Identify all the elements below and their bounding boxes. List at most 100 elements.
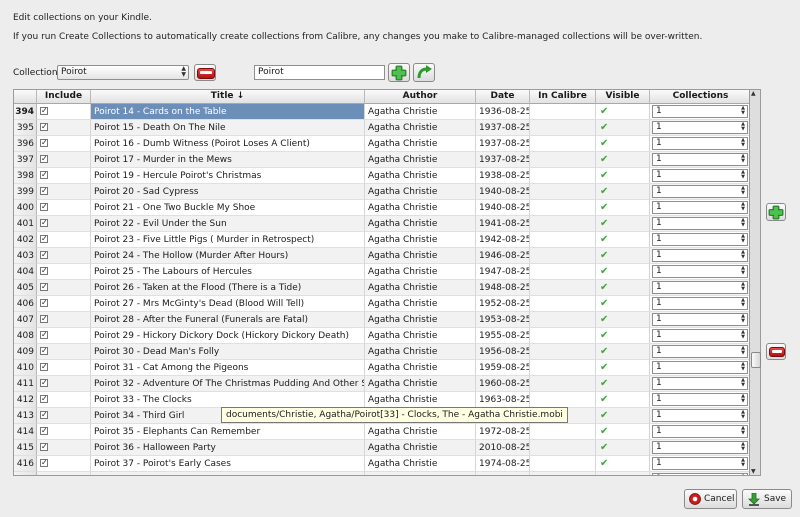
collections-cell[interactable]: 1 ▲▼ xyxy=(650,424,749,440)
header-include[interactable]: Include xyxy=(37,90,91,104)
header-in-calibre[interactable]: In Calibre xyxy=(530,90,596,104)
header-collections[interactable]: Collections xyxy=(650,90,749,104)
collection-combobox[interactable]: Poirot ▲ ▼ xyxy=(57,65,189,80)
collections-spinbox[interactable]: 1 ▲▼ xyxy=(652,457,748,470)
updown-arrows-icon[interactable]: ▲▼ xyxy=(741,410,745,420)
collections-spinbox[interactable]: 1 ▲▼ xyxy=(652,329,748,342)
collections-spinbox[interactable]: 1 ▲▼ xyxy=(652,169,748,182)
date-cell[interactable]: 1953-08-25 xyxy=(476,312,530,328)
include-cell[interactable]: ✓ xyxy=(37,232,91,248)
updown-arrows-icon[interactable]: ▲▼ xyxy=(741,458,745,468)
header-author[interactable]: Author xyxy=(365,90,476,104)
updown-arrows-icon[interactable]: ▲▼ xyxy=(741,250,745,260)
author-cell[interactable]: Agatha Christie xyxy=(365,312,476,328)
author-cell[interactable]: Agatha Christie xyxy=(365,120,476,136)
updown-arrows-icon[interactable]: ▲▼ xyxy=(741,106,745,116)
author-cell[interactable]: Agatha Christie xyxy=(365,216,476,232)
collections-spinbox[interactable]: 1 ▲▼ xyxy=(652,313,748,326)
include-checkbox[interactable]: ✓ xyxy=(40,378,48,387)
table-row[interactable]: 401 ✓ Poirot 22 - Evil Under the Sun Agatha… xyxy=(14,216,749,232)
collections-cell[interactable]: 1 ▲▼ xyxy=(650,136,749,152)
author-cell[interactable]: Agatha Christie xyxy=(365,424,476,440)
updown-arrows-icon[interactable]: ▲▼ xyxy=(741,442,745,452)
title-cell[interactable]: Poirot 31 - Cat Among the Pigeons xyxy=(91,360,365,376)
include-cell[interactable]: ✓ xyxy=(37,200,91,216)
title-cell[interactable]: Poirot 26 - Taken at the Flood (There is… xyxy=(91,280,365,296)
include-cell[interactable]: ✓ xyxy=(37,296,91,312)
title-cell[interactable]: Poirot 28 - After the Funeral (Funerals … xyxy=(91,312,365,328)
date-cell[interactable]: 1936-08-25 xyxy=(476,104,530,120)
table-row[interactable]: 396 ✓ Poirot 16 - Dumb Witness (Poirot Los… xyxy=(14,136,749,152)
collections-cell[interactable]: 1 ▲▼ xyxy=(650,456,749,472)
date-cell[interactable]: 2010-08-25 xyxy=(476,440,530,456)
collections-cell[interactable]: 1 ▲▼ xyxy=(650,408,749,424)
include-cell[interactable]: ✓ xyxy=(37,328,91,344)
updown-arrows-icon[interactable]: ▲▼ xyxy=(741,202,745,212)
include-checkbox[interactable]: ✓ xyxy=(40,362,48,371)
table-row[interactable]: 408 ✓ Poirot 29 - Hickory Dickory Dock (Hi… xyxy=(14,328,749,344)
title-cell[interactable]: Poirot 38 - Curtain xyxy=(91,472,365,475)
date-cell[interactable]: 1937-08-25 xyxy=(476,120,530,136)
collections-cell[interactable]: 1 ▲▼ xyxy=(650,472,749,475)
date-cell[interactable]: 1960-08-25 xyxy=(476,376,530,392)
title-cell[interactable]: Poirot 19 - Hercule Poirot's Christmas xyxy=(91,168,365,184)
collections-spinbox[interactable]: 1 ▲▼ xyxy=(652,297,748,310)
table-scrollbar[interactable]: ▲ ▼ xyxy=(750,89,761,476)
table-row[interactable]: 394 ✓ Poirot 14 - Cards on the Table Agatha… xyxy=(14,104,749,120)
table-row[interactable]: 412 ✓ Poirot 33 - The Clocks Agatha Christi… xyxy=(14,392,749,408)
collections-spinbox[interactable]: 1 ▲▼ xyxy=(652,249,748,262)
date-cell[interactable]: 1946-08-25 xyxy=(476,248,530,264)
include-cell[interactable]: ✓ xyxy=(37,120,91,136)
include-checkbox[interactable]: ✓ xyxy=(40,394,48,403)
date-cell[interactable]: 1948-08-25 xyxy=(476,280,530,296)
table-row[interactable]: 399 ✓ Poirot 20 - Sad Cypress Agatha Christ… xyxy=(14,184,749,200)
include-checkbox[interactable]: ✓ xyxy=(40,282,48,291)
title-cell[interactable]: Poirot 30 - Dead Man's Folly xyxy=(91,344,365,360)
date-cell[interactable]: 1972-08-25 xyxy=(476,424,530,440)
date-cell[interactable]: 1937-08-25 xyxy=(476,152,530,168)
author-cell[interactable]: Agatha Christie xyxy=(365,152,476,168)
include-checkbox[interactable]: ✓ xyxy=(40,234,48,243)
collections-spinbox[interactable]: 1 ▲▼ xyxy=(652,377,748,390)
include-checkbox[interactable]: ✓ xyxy=(40,314,48,323)
updown-arrows-icon[interactable]: ▲▼ xyxy=(741,346,745,356)
updown-arrows-icon[interactable]: ▲▼ xyxy=(741,330,745,340)
title-cell[interactable]: Poirot 32 - Adventure Of The Christmas P… xyxy=(91,376,365,392)
collections-cell[interactable]: 1 ▲▼ xyxy=(650,200,749,216)
collections-cell[interactable]: 1 ▲▼ xyxy=(650,328,749,344)
table-row[interactable]: 397 ✓ Poirot 17 - Murder in the Mews Agatha… xyxy=(14,152,749,168)
updown-arrows-icon[interactable]: ▲▼ xyxy=(741,218,745,228)
updown-arrows-icon[interactable]: ▲▼ xyxy=(741,298,745,308)
include-cell[interactable]: ✓ xyxy=(37,216,91,232)
title-cell[interactable]: Poirot 33 - The Clocks xyxy=(91,392,365,408)
table-row[interactable]: 415 ✓ Poirot 36 - Halloween Party Agatha Ch… xyxy=(14,440,749,456)
collections-spinbox[interactable]: 1 ▲▼ xyxy=(652,217,748,230)
author-cell[interactable]: Agatha Christie xyxy=(365,440,476,456)
updown-arrows-icon[interactable]: ▲▼ xyxy=(741,266,745,276)
include-cell[interactable]: ✓ xyxy=(37,168,91,184)
table-row[interactable]: 407 ✓ Poirot 28 - After the Funeral (Funer… xyxy=(14,312,749,328)
date-cell[interactable]: 1952-08-25 xyxy=(476,296,530,312)
date-cell[interactable]: 1947-08-25 xyxy=(476,264,530,280)
include-cell[interactable]: ✓ xyxy=(37,392,91,408)
author-cell[interactable]: Agatha Christie xyxy=(365,472,476,475)
author-cell[interactable]: Agatha Christie xyxy=(365,376,476,392)
collections-spinbox[interactable]: 1 ▲▼ xyxy=(652,409,748,422)
header-visible[interactable]: Visible xyxy=(596,90,650,104)
table-row[interactable]: 398 ✓ Poirot 19 - Hercule Poirot's Christm… xyxy=(14,168,749,184)
rename-collection-button[interactable] xyxy=(413,63,435,82)
remove-from-collection-button[interactable] xyxy=(766,343,786,360)
scroll-down-icon[interactable]: ▼ xyxy=(751,468,756,475)
date-cell[interactable]: 1942-08-25 xyxy=(476,232,530,248)
include-checkbox[interactable]: ✓ xyxy=(40,330,48,339)
header-date[interactable]: Date xyxy=(476,90,530,104)
collections-cell[interactable]: 1 ▲▼ xyxy=(650,168,749,184)
include-cell[interactable]: ✓ xyxy=(37,360,91,376)
include-cell[interactable]: ✓ xyxy=(37,424,91,440)
collections-cell[interactable]: 1 ▲▼ xyxy=(650,184,749,200)
title-cell[interactable]: Poirot 14 - Cards on the Table xyxy=(91,104,365,120)
author-cell[interactable]: Agatha Christie xyxy=(365,184,476,200)
updown-arrows-icon[interactable]: ▲▼ xyxy=(741,362,745,372)
table-row[interactable]: 405 ✓ Poirot 26 - Taken at the Flood (Ther… xyxy=(14,280,749,296)
updown-arrows-icon[interactable]: ▲▼ xyxy=(741,138,745,148)
